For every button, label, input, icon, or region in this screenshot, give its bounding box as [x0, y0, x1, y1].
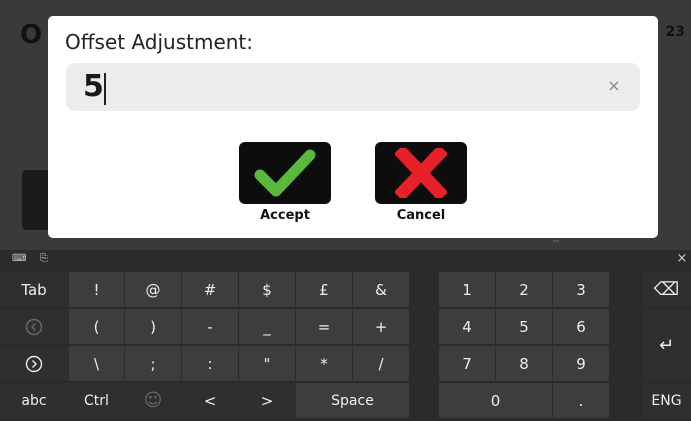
key-equals[interactable]: = — [296, 309, 352, 344]
key-asterisk[interactable]: * — [296, 346, 352, 381]
key-at[interactable]: @ — [125, 272, 181, 307]
key-emoji[interactable]: ☺ — [125, 383, 181, 418]
key-dollar[interactable]: $ — [239, 272, 295, 307]
key-1[interactable]: 1 — [439, 272, 495, 307]
key-slash[interactable]: / — [353, 346, 409, 381]
key-open-paren[interactable]: ( — [69, 309, 124, 344]
keyboard-close-icon[interactable]: × — [676, 252, 688, 265]
cancel-button[interactable]: Cancel — [375, 142, 467, 230]
key-backspace[interactable]: ⌫ — [642, 272, 691, 307]
keyboard-settings-icon[interactable]: ⌨ — [12, 253, 26, 265]
cross-icon — [395, 148, 447, 198]
clipboard-icon[interactable]: ⎘ — [38, 253, 50, 265]
key-pound[interactable]: £ — [296, 272, 352, 307]
key-underscore[interactable]: _ — [239, 309, 295, 344]
key-exclamation[interactable]: ! — [69, 272, 124, 307]
accept-label: Accept — [260, 208, 310, 223]
key-left-arrow[interactable]: < — [182, 383, 238, 418]
key-right-nav[interactable] — [0, 346, 68, 381]
offset-adjustment-dialog: Offset Adjustment: 5 × Accept Cancel — [48, 16, 658, 238]
circle-right-arrow-icon — [25, 355, 43, 372]
key-3[interactable]: 3 — [553, 272, 609, 307]
key-0[interactable]: 0 — [439, 383, 552, 418]
key-language[interactable]: ENG — [642, 383, 691, 418]
on-screen-keyboard: ⌨ ⎘ × Tab ! @ # $ £ & 1 2 3 ⌫ ( ) - _ = … — [0, 250, 691, 421]
key-quote[interactable]: " — [239, 346, 295, 381]
keyboard-toolbar: ⌨ ⎘ × — [0, 250, 691, 270]
dialog-title: Offset Adjustment: — [65, 30, 254, 54]
offset-input[interactable]: 5 × — [66, 63, 640, 111]
key-tab[interactable]: Tab — [0, 272, 68, 307]
key-ctrl[interactable]: Ctrl — [69, 383, 124, 418]
circle-left-arrow-icon — [25, 318, 43, 335]
checkmark-icon — [254, 149, 316, 197]
accept-button[interactable]: Accept — [239, 142, 331, 230]
key-space[interactable]: Space — [296, 383, 409, 418]
key-abc[interactable]: abc — [0, 383, 68, 418]
key-colon[interactable]: : — [182, 346, 238, 381]
accept-tile — [239, 142, 331, 204]
background-title-right: 23 — [665, 24, 685, 40]
key-7[interactable]: 7 — [439, 346, 495, 381]
key-4[interactable]: 4 — [439, 309, 495, 344]
key-left-nav[interactable] — [0, 309, 68, 344]
cancel-label: Cancel — [396, 208, 446, 223]
key-9[interactable]: 9 — [553, 346, 609, 381]
key-enter[interactable]: ↵ — [642, 309, 691, 381]
offset-input-value: 5 — [83, 69, 104, 104]
key-minus[interactable]: - — [182, 309, 238, 344]
cancel-tile — [375, 142, 467, 204]
key-8[interactable]: 8 — [496, 346, 552, 381]
key-semicolon[interactable]: ; — [125, 346, 181, 381]
key-period[interactable]: . — [553, 383, 609, 418]
key-close-paren[interactable]: ) — [125, 309, 181, 344]
key-6[interactable]: 6 — [553, 309, 609, 344]
background-divider — [553, 240, 559, 242]
key-2[interactable]: 2 — [496, 272, 552, 307]
key-backslash[interactable]: \ — [69, 346, 124, 381]
clear-icon[interactable]: × — [604, 76, 624, 96]
key-5[interactable]: 5 — [496, 309, 552, 344]
key-ampersand[interactable]: & — [353, 272, 409, 307]
text-caret — [104, 73, 106, 105]
key-hash[interactable]: # — [182, 272, 238, 307]
background-title: O — [20, 20, 43, 50]
key-right-arrow[interactable]: > — [239, 383, 295, 418]
key-plus[interactable]: + — [353, 309, 409, 344]
